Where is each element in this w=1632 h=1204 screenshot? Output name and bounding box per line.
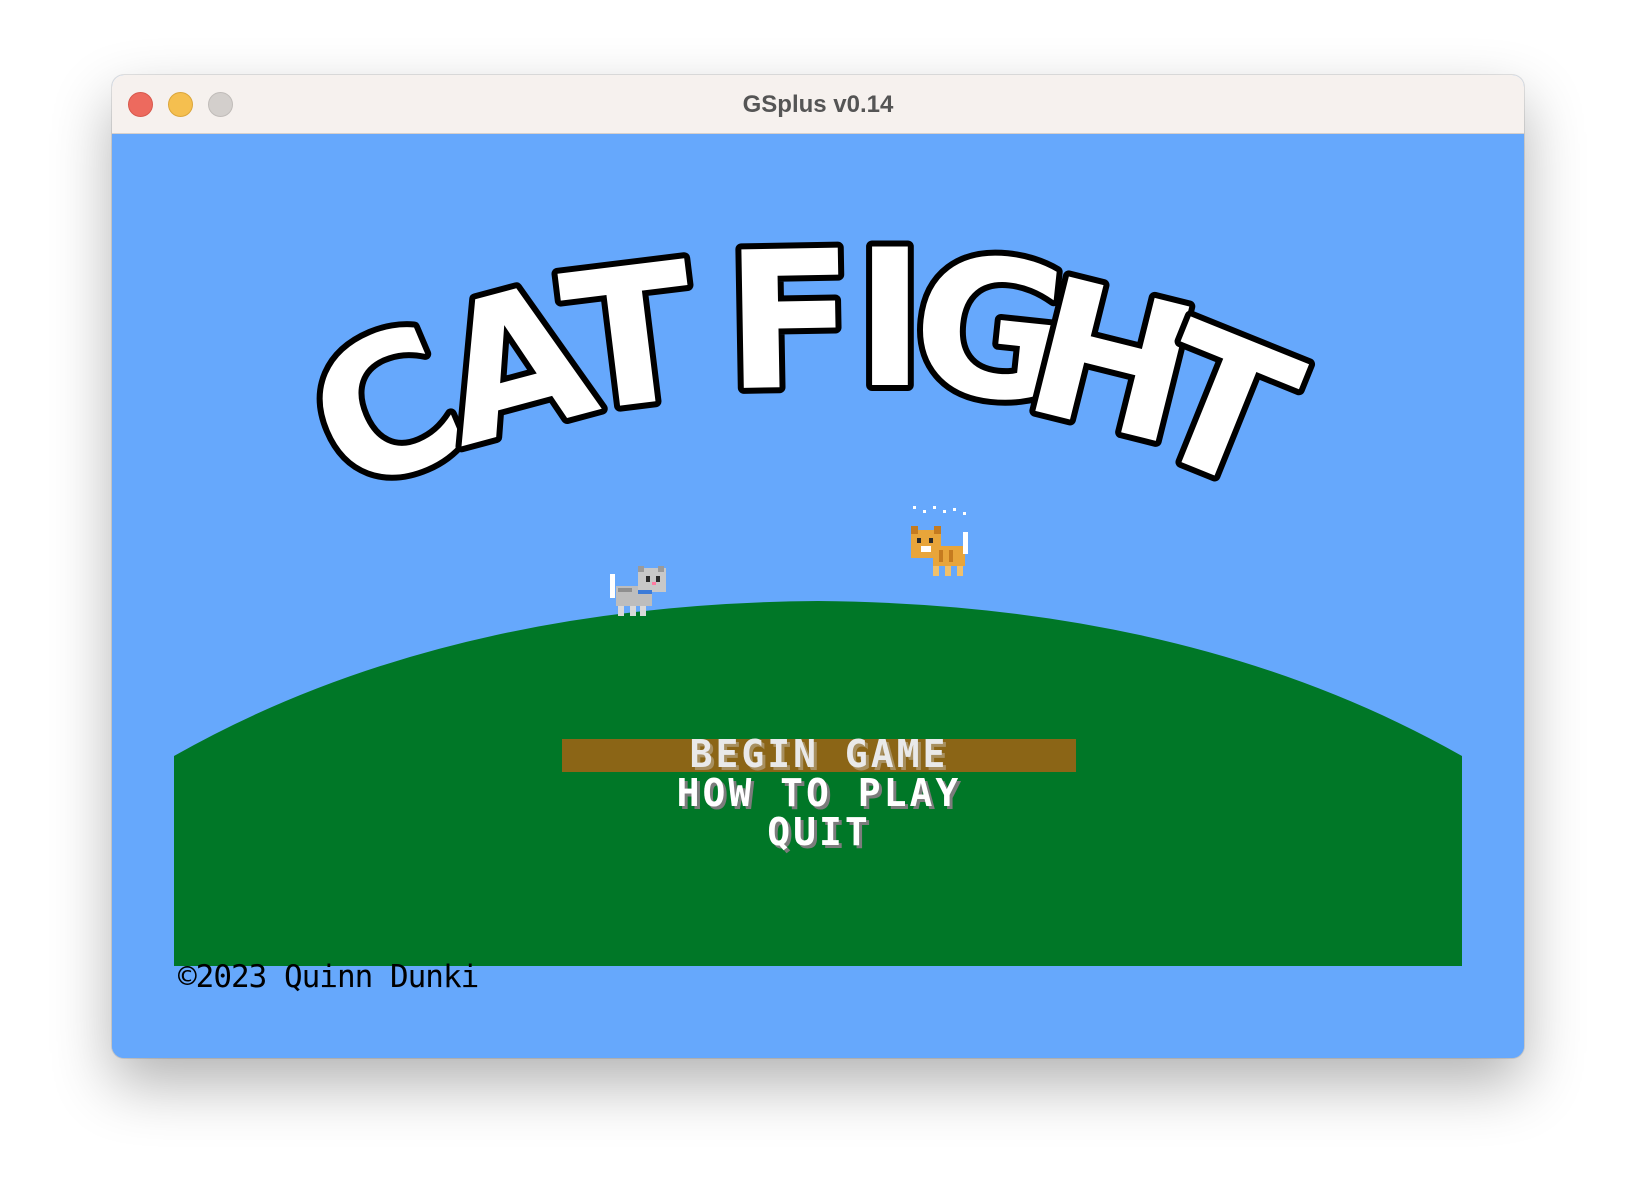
orange-cat-sprite bbox=[911, 506, 968, 576]
title-bar[interactable]: GSplus v0.14 bbox=[112, 75, 1524, 134]
game-screen[interactable]: C A T F I G H T BEGIN GAME HOW TO PLAY Q… bbox=[112, 134, 1524, 1058]
menu-item-begin-game[interactable]: BEGIN GAME bbox=[532, 734, 1106, 774]
menu-item-how-to-play[interactable]: HOW TO PLAY bbox=[532, 773, 1106, 813]
game-title-logo: C A T F I G H T bbox=[273, 203, 1330, 545]
game-scene: C A T F I G H T bbox=[174, 203, 1462, 966]
menu-item-quit[interactable]: QUIT bbox=[532, 812, 1106, 852]
copyright-text: ©2023 Quinn Dunki bbox=[178, 959, 479, 995]
emulator-window: GSplus v0.14 C A T F I G H T BEGIN GAME … bbox=[112, 75, 1524, 1058]
svg-text:T: T bbox=[552, 221, 708, 456]
window-title: GSplus v0.14 bbox=[742, 91, 894, 118]
grey-cat-sprite bbox=[610, 566, 666, 616]
svg-text:F: F bbox=[723, 210, 857, 433]
